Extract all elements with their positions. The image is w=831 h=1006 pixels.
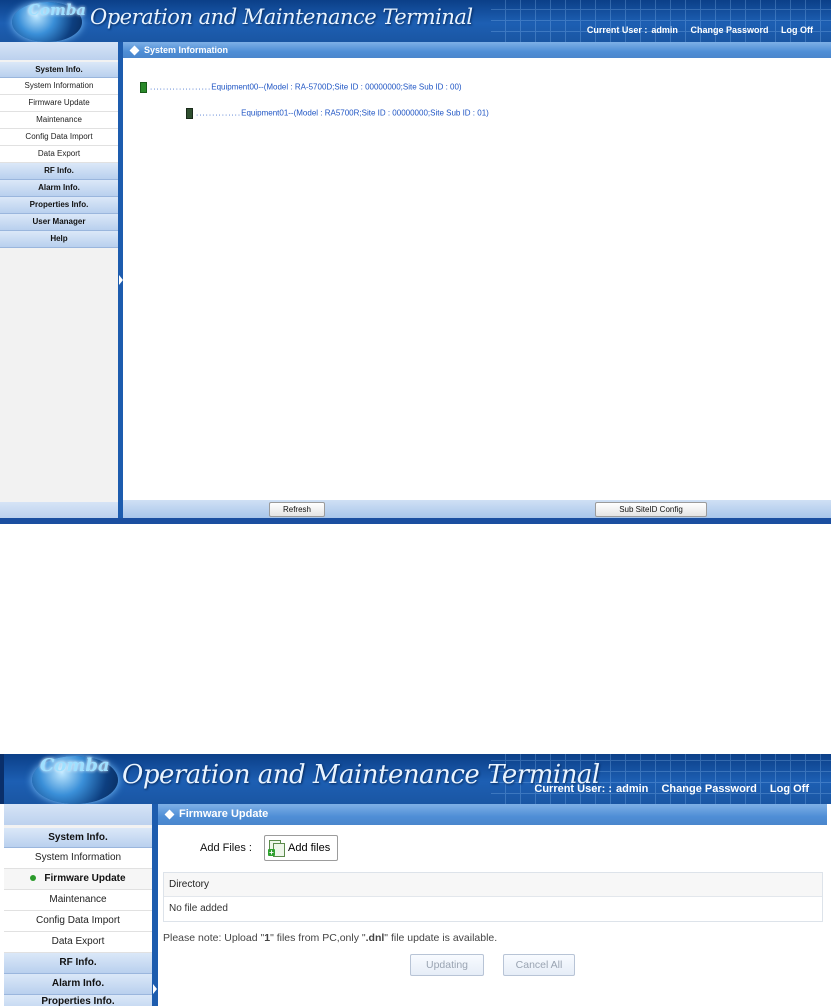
sidebar-section-properties-info[interactable]: Properties Info. bbox=[0, 197, 118, 214]
tree-node-equipment00[interactable]: ...................Equipment00--(Model :… bbox=[140, 82, 462, 93]
header-banner: Comba Operation and Maintenance Terminal… bbox=[0, 754, 831, 804]
sidebar-item-config-data-import[interactable]: Config Data Import bbox=[4, 911, 152, 932]
sidebar-navigation: System Info. System Information Firmware… bbox=[4, 804, 153, 1006]
table-empty-row: No file added bbox=[169, 903, 228, 914]
sidebar-navigation: System Info. System Information Firmware… bbox=[0, 42, 119, 518]
content-title-bar: System Information bbox=[123, 42, 831, 58]
header-user-links: Current User : admin Change Password Log … bbox=[577, 25, 813, 35]
log-off-link[interactable]: Log Off bbox=[770, 783, 809, 795]
sidebar-item-firmware-update[interactable]: Firmware Update bbox=[0, 95, 118, 112]
sidebar-top-bar bbox=[4, 804, 152, 825]
change-password-link[interactable]: Change Password bbox=[690, 25, 768, 35]
content-bottom-toolbar: Refresh Sub SiteID Config bbox=[123, 500, 831, 518]
sidebar-splitter[interactable] bbox=[118, 42, 123, 518]
sidebar-section-system-info[interactable]: System Info. bbox=[4, 828, 152, 848]
sidebar-section-user-manager[interactable]: User Manager bbox=[0, 214, 118, 231]
table-header: Directory bbox=[164, 873, 822, 897]
footer-strip bbox=[0, 518, 831, 524]
file-directory-table: Directory No file added bbox=[163, 872, 823, 922]
current-user-label: Current User: : bbox=[534, 783, 612, 795]
sidebar-section-alarm-info[interactable]: Alarm Info. bbox=[4, 974, 152, 995]
sidebar-section-system-info[interactable]: System Info. bbox=[0, 62, 118, 78]
diamond-icon bbox=[129, 45, 140, 56]
updating-button[interactable]: Updating bbox=[410, 954, 484, 976]
diamond-icon bbox=[164, 809, 175, 820]
sidebar-item-data-export[interactable]: Data Export bbox=[0, 146, 118, 163]
sidebar-item-label: Firmware Update bbox=[44, 873, 126, 884]
equipment00-label[interactable]: Equipment00--(Model : RA-5700D;Site ID :… bbox=[211, 83, 461, 92]
brand-logo: Comba bbox=[40, 755, 110, 776]
collapse-arrow-icon[interactable] bbox=[119, 275, 123, 285]
sub-siteid-config-button[interactable]: Sub SiteID Config bbox=[595, 502, 707, 517]
header-circuit-decoration bbox=[491, 0, 831, 42]
sidebar-item-system-information[interactable]: System Information bbox=[4, 848, 152, 869]
sidebar-bottom-bar bbox=[0, 502, 118, 518]
sidebar-item-maintenance[interactable]: Maintenance bbox=[0, 112, 118, 129]
screenshot-system-information: Comba Operation and Maintenance Terminal… bbox=[0, 0, 831, 524]
app-title: Operation and Maintenance Terminal bbox=[90, 5, 473, 29]
add-files-button[interactable]: + Add files bbox=[264, 835, 338, 861]
note-suffix: " file update is available. bbox=[384, 932, 498, 944]
screenshot-firmware-update: Comba Operation and Maintenance Terminal… bbox=[0, 754, 831, 1006]
content-title: Firmware Update bbox=[179, 808, 269, 820]
tree-connector: ................... bbox=[150, 82, 212, 92]
upload-note: Please note: Upload "1" files from PC,on… bbox=[163, 932, 497, 944]
sidebar-item-data-export[interactable]: Data Export bbox=[4, 932, 152, 953]
sidebar-splitter[interactable] bbox=[152, 804, 158, 1006]
current-user-label: Current User : bbox=[586, 25, 648, 35]
sidebar-item-config-data-import[interactable]: Config Data Import bbox=[0, 129, 118, 146]
content-title: System Information bbox=[144, 45, 229, 55]
collapse-arrow-icon[interactable] bbox=[153, 984, 157, 994]
sidebar-section-rf-info[interactable]: RF Info. bbox=[4, 953, 152, 974]
brand-logo: Comba bbox=[28, 1, 87, 19]
cancel-all-button[interactable]: Cancel All bbox=[503, 954, 575, 976]
equipment-icon bbox=[140, 82, 147, 93]
note-extension: .dnl bbox=[365, 932, 385, 944]
change-password-link[interactable]: Change Password bbox=[661, 783, 756, 795]
current-user-value: admin bbox=[651, 25, 678, 35]
sidebar-section-properties-info[interactable]: Properties Info. bbox=[4, 995, 152, 1006]
content-title-bar: Firmware Update bbox=[158, 804, 827, 825]
equipment-icon bbox=[186, 108, 193, 119]
add-files-label: Add Files : bbox=[200, 842, 252, 854]
refresh-button[interactable]: Refresh bbox=[269, 502, 325, 517]
tree-connector: .............. bbox=[196, 108, 242, 118]
sidebar-section-alarm-info[interactable]: Alarm Info. bbox=[0, 180, 118, 197]
sidebar-item-maintenance[interactable]: Maintenance bbox=[4, 890, 152, 911]
add-file-icon: + bbox=[268, 840, 285, 858]
sidebar-section-rf-info[interactable]: RF Info. bbox=[0, 163, 118, 180]
note-middle: " files from PC,only " bbox=[270, 932, 366, 944]
log-off-link[interactable]: Log Off bbox=[781, 25, 813, 35]
sidebar-section-help[interactable]: Help bbox=[0, 231, 118, 248]
sidebar-item-system-information[interactable]: System Information bbox=[0, 78, 118, 95]
tree-node-equipment01[interactable]: ..............Equipment01--(Model : RA57… bbox=[186, 108, 489, 119]
active-item-icon bbox=[30, 875, 37, 882]
equipment01-label[interactable]: Equipment01--(Model : RA5700R;Site ID : … bbox=[241, 109, 489, 118]
note-prefix: Please note: Upload " bbox=[163, 932, 265, 944]
header-banner: Comba Operation and Maintenance Terminal… bbox=[0, 0, 831, 42]
add-files-button-label: Add files bbox=[288, 842, 331, 854]
current-user-value: admin bbox=[616, 783, 649, 795]
sidebar-item-firmware-update[interactable]: Firmware Update bbox=[4, 869, 152, 890]
header-user-links: Current User: : admin Change Password Log… bbox=[524, 783, 809, 795]
sidebar-top-bar bbox=[0, 42, 118, 60]
